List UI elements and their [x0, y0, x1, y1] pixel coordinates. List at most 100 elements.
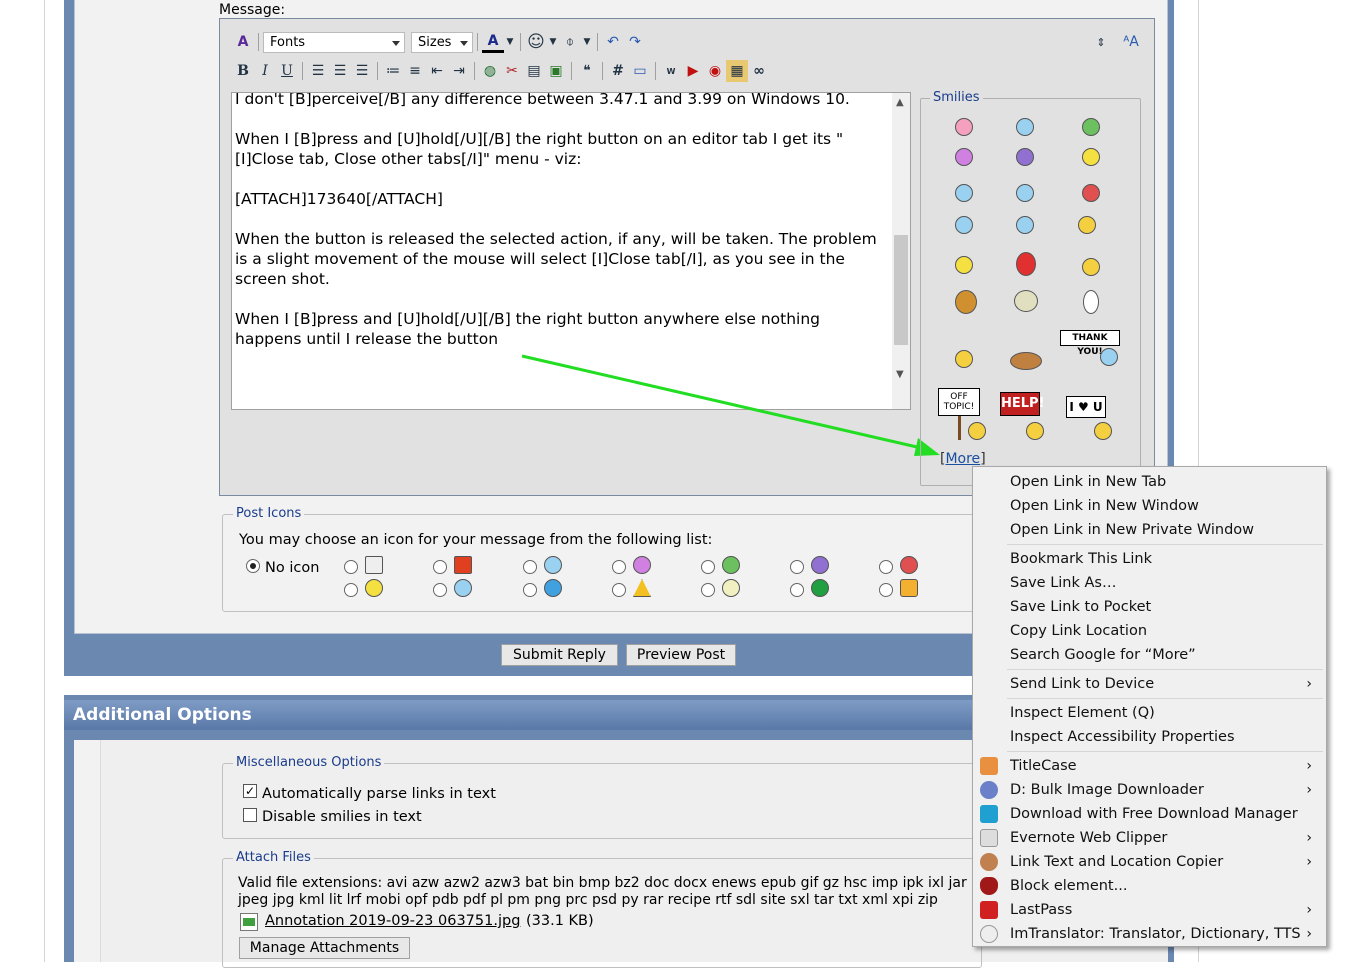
- smilie-idea-icon[interactable]: [1083, 290, 1099, 314]
- smilie-santa-icon[interactable]: [1016, 252, 1036, 276]
- post-icon-radio[interactable]: [612, 583, 626, 597]
- disable-smilies-checkbox[interactable]: [243, 808, 257, 822]
- manage-attachments-button[interactable]: Manage Attachments: [239, 937, 410, 959]
- attachment-size: (33.1 KB): [526, 913, 594, 929]
- post-icon-radio[interactable]: [701, 560, 715, 574]
- preview-post-button[interactable]: Preview Post: [626, 644, 736, 666]
- smilie-mad-icon[interactable]: [1082, 184, 1100, 202]
- menu-imtranslator[interactable]: ImTranslator: Translator, Dictionary, TT…: [973, 922, 1326, 946]
- post-icon-radio[interactable]: [344, 583, 358, 597]
- no-icon-radio[interactable]: [246, 559, 260, 573]
- smilie-confused-icon[interactable]: [955, 184, 973, 202]
- smilie-off-topic-icon[interactable]: OFF TOPIC!: [938, 388, 990, 442]
- post-icon-radio[interactable]: [433, 583, 447, 597]
- menu-save-to-pocket[interactable]: Save Link to Pocket: [973, 595, 1326, 619]
- submenu-arrow-icon: ›: [1306, 676, 1312, 692]
- menu-lastpass[interactable]: LastPass ›: [973, 898, 1326, 922]
- smilie-grin-icon[interactable]: [1082, 118, 1100, 136]
- submit-reply-button[interactable]: Submit Reply: [501, 644, 618, 666]
- smilie-reading-icon[interactable]: [955, 290, 977, 314]
- post-icon-frown: [811, 556, 829, 574]
- menu-inspect-accessibility[interactable]: Inspect Accessibility Properties: [973, 725, 1326, 749]
- menu-block-element[interactable]: Block element...: [973, 874, 1326, 898]
- post-icon-radio[interactable]: [790, 560, 804, 574]
- smilie-eek-icon[interactable]: [1016, 184, 1034, 202]
- menu-open-new-window[interactable]: Open Link in New Window: [973, 494, 1326, 518]
- smilie-worried-icon[interactable]: [1082, 258, 1100, 276]
- menu-inspect-element[interactable]: Inspect Element (Q): [973, 701, 1326, 725]
- menu-bulk-image-downloader[interactable]: D: Bulk Image Downloader ›: [973, 778, 1326, 802]
- misc-options-legend: Miscellaneous Options: [233, 755, 385, 770]
- post-icon-radio[interactable]: [433, 560, 447, 574]
- menu-bookmark-link[interactable]: Bookmark This Link: [973, 547, 1326, 571]
- menu-search-google[interactable]: Search Google for “More”: [973, 643, 1326, 667]
- attach-files-legend: Attach Files: [233, 850, 314, 865]
- menu-open-new-tab[interactable]: Open Link in New Tab: [973, 470, 1326, 494]
- smilie-cool-icon[interactable]: [1016, 216, 1034, 234]
- post-icon-smile: [365, 579, 383, 597]
- menu-link-text-copier[interactable]: Link Text and Location Copier ›: [973, 850, 1326, 874]
- post-icon-thumbs-up: [900, 579, 918, 597]
- submenu-arrow-icon: ›: [1306, 830, 1312, 846]
- submenu-arrow-icon: ›: [1306, 854, 1312, 870]
- post-icon-radio[interactable]: [790, 583, 804, 597]
- valid-extensions-line1: Valid file extensions: avi azw azw2 azw3…: [238, 875, 967, 891]
- smilie-i-love-u-icon[interactable]: I ♥ U: [1066, 396, 1118, 442]
- post-icon-radio[interactable]: [344, 560, 358, 574]
- post-icon-cool: [454, 579, 472, 597]
- post-icon-radio[interactable]: [879, 583, 893, 597]
- evernote-icon: [980, 829, 998, 847]
- smilie-biggrin-icon[interactable]: [955, 148, 973, 166]
- post-icon-mad: [900, 556, 918, 574]
- smilie-sleeping-icon[interactable]: [1014, 290, 1038, 312]
- smilie-happy-icon[interactable]: [1082, 148, 1100, 166]
- post-icon-arrow: [811, 579, 829, 597]
- menu-titlecase[interactable]: TitleCase ›: [973, 754, 1326, 778]
- more-smilies-link[interactable]: More: [945, 451, 980, 467]
- image-file-icon: [240, 913, 258, 931]
- post-icon-radio[interactable]: [523, 560, 537, 574]
- submenu-arrow-icon: ›: [1306, 758, 1312, 774]
- download-manager-icon: [980, 805, 998, 823]
- menu-save-link-as[interactable]: Save Link As…: [973, 571, 1326, 595]
- context-menu: Open Link in New Tab Open Link in New Wi…: [972, 466, 1327, 947]
- link-copier-icon: [980, 853, 998, 871]
- smilie-wave-icon[interactable]: [955, 350, 973, 368]
- ublock-icon: [980, 877, 998, 895]
- menu-evernote-clipper[interactable]: Evernote Web Clipper ›: [973, 826, 1326, 850]
- smilie-smile-icon[interactable]: [1016, 118, 1034, 136]
- attachment-link[interactable]: Annotation 2019-09-23 063751.jpg: [265, 913, 520, 929]
- post-icon-radio[interactable]: [701, 583, 715, 597]
- menu-open-private-window[interactable]: Open Link in New Private Window: [973, 518, 1326, 542]
- smilie-tongue-icon[interactable]: [955, 118, 973, 136]
- menu-free-download-manager[interactable]: Download with Free Download Manager: [973, 802, 1326, 826]
- smilie-rolleyes-icon[interactable]: [955, 216, 973, 234]
- parse-links-checkbox[interactable]: ✓: [243, 784, 257, 798]
- post-icon-radio[interactable]: [523, 583, 537, 597]
- submenu-arrow-icon: ›: [1306, 926, 1312, 942]
- parse-links-label: Automatically parse links in text: [262, 786, 496, 802]
- smilie-thumbsup-icon[interactable]: [1078, 216, 1096, 234]
- no-icon-label: No icon: [265, 560, 320, 576]
- smilie-thank-you-icon[interactable]: THANK YOU!: [1060, 330, 1122, 374]
- post-icon-wink: [544, 556, 562, 574]
- bulk-image-downloader-icon: [980, 781, 998, 799]
- smilie-thinking-icon[interactable]: [955, 256, 973, 274]
- post-icon-thumbs-down: [454, 556, 472, 574]
- smilie-frown-icon[interactable]: [1016, 148, 1034, 166]
- smilie-help-icon[interactable]: HELP!: [1000, 392, 1052, 442]
- smilie-music-icon[interactable]: [1010, 352, 1042, 370]
- submenu-arrow-icon: ›: [1306, 782, 1312, 798]
- post-icon-radio[interactable]: [879, 560, 893, 574]
- post-icon-question: [544, 579, 562, 597]
- valid-extensions-line2: jpeg jpg kml lit lrf mobi opf pdb pdf pl…: [238, 892, 938, 908]
- menu-copy-link-location[interactable]: Copy Link Location: [973, 619, 1326, 643]
- post-icon-radio[interactable]: [612, 560, 626, 574]
- post-icon-biggrin: [633, 556, 651, 574]
- menu-send-link-to-device[interactable]: Send Link to Device ›: [973, 672, 1326, 696]
- disable-smilies-label: Disable smilies in text: [262, 809, 422, 825]
- post-icons-instruction: You may choose an icon for your message …: [239, 532, 713, 548]
- post-icons-legend: Post Icons: [233, 506, 305, 521]
- post-icon-document: [365, 556, 383, 574]
- more-smilies: [More]: [940, 451, 986, 467]
